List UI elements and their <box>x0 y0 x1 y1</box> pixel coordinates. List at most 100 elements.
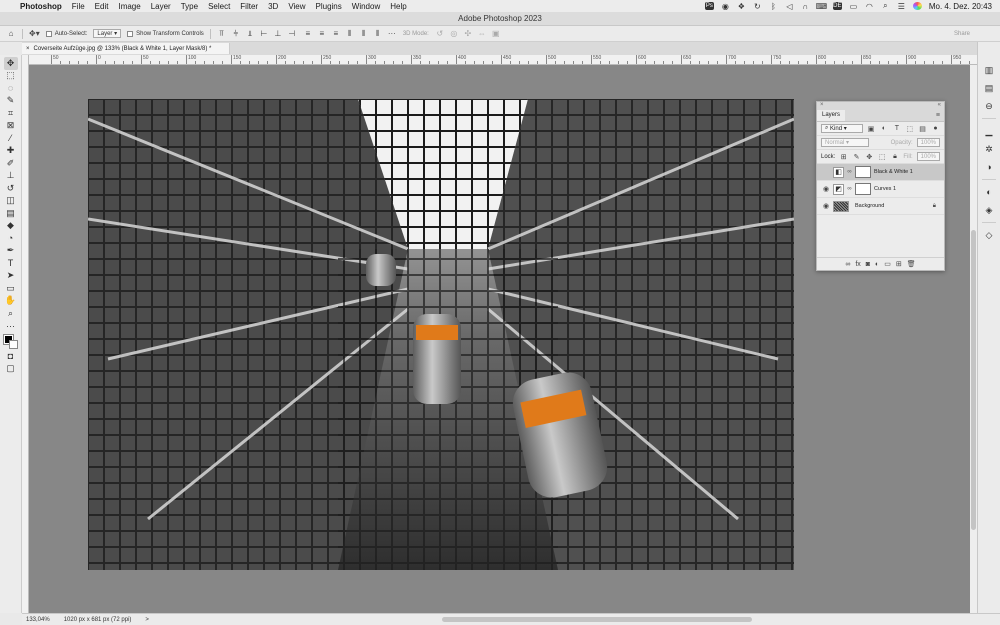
filter-toggle-icon[interactable]: ● <box>931 125 940 132</box>
keyboard-icon[interactable]: ⌨ <box>816 2 828 11</box>
siri-icon[interactable] <box>912 2 922 10</box>
layer-mask-thumbnail[interactable] <box>855 166 871 178</box>
menu-image[interactable]: Image <box>118 2 140 11</box>
menu-window[interactable]: Window <box>352 2 380 11</box>
opacity-field[interactable]: 100% <box>916 138 940 147</box>
panel-header[interactable]: × « <box>817 102 944 110</box>
properties-panel-icon[interactable]: ◐ <box>983 186 995 198</box>
filter-type-icon[interactable]: T <box>892 125 901 132</box>
bluetooth-icon[interactable]: ᛒ <box>769 2 778 11</box>
home-icon[interactable]: ⌂ <box>6 29 16 39</box>
align-vcenter-icon[interactable]: ⫩ <box>231 29 241 39</box>
adjustments-panel-icon[interactable]: ⊖ <box>983 100 995 112</box>
3d-slide-icon[interactable]: ⇔ <box>477 29 487 39</box>
eye-icon[interactable]: ◉ <box>822 202 830 210</box>
volume-icon[interactable]: ◁ <box>785 2 794 11</box>
search-icon[interactable]: ⌕ <box>881 1 890 10</box>
auto-select-checkbox[interactable]: Auto-Select: <box>45 30 87 37</box>
brush-tool-icon[interactable]: ✐ <box>4 157 18 170</box>
distribute-hcenter-icon[interactable]: ⦀ <box>359 29 369 39</box>
menu-3d[interactable]: 3D <box>268 2 278 11</box>
distribute-vcenter-icon[interactable]: ≡ <box>317 29 327 39</box>
3d-orbit-icon[interactable]: ↺ <box>435 29 445 39</box>
horizontal-scrollbar-thumb[interactable] <box>442 617 752 622</box>
tab-close-icon[interactable]: × <box>26 46 30 52</box>
more-options-icon[interactable]: ··· <box>387 29 397 39</box>
align-bottom-icon[interactable]: ⫫ <box>245 29 255 39</box>
share-button[interactable]: Share <box>954 31 970 37</box>
move-tool-icon[interactable]: ✥ <box>3 57 18 70</box>
distribute-right-icon[interactable]: ⦀ <box>373 29 383 39</box>
lasso-tool-icon[interactable]: ◌ <box>4 82 18 95</box>
hand-tool-icon[interactable]: ✋ <box>4 295 18 308</box>
headphones-icon[interactable]: ∩ <box>801 2 810 11</box>
align-top-icon[interactable]: ⫪ <box>217 29 227 39</box>
add-mask-icon[interactable]: ◙ <box>866 261 870 268</box>
clone-stamp-tool-icon[interactable]: ⊥ <box>4 170 18 183</box>
layer-mask-thumbnail[interactable] <box>855 183 871 195</box>
vertical-scrollbar[interactable] <box>970 65 977 613</box>
quick-selection-tool-icon[interactable]: ✎ <box>4 95 18 108</box>
3d-scale-icon[interactable]: ▣ <box>491 29 501 39</box>
clock[interactable]: Mo. 4. Dez. 20:43 <box>929 2 992 11</box>
healing-brush-tool-icon[interactable]: ✚ <box>4 145 18 158</box>
horizontal-ruler[interactable]: 50 0 50 100 150 200 250 300 350 400 450 500 550 600 65… <box>29 55 977 65</box>
control-center-icon[interactable]: ☰ <box>897 2 906 11</box>
lock-artboard-icon[interactable]: ⬚ <box>878 153 887 161</box>
distribute-left-icon[interactable]: ⦀ <box>345 29 355 39</box>
dodge-tool-icon[interactable]: ◔ <box>4 232 18 245</box>
frame-tool-icon[interactable]: ⊠ <box>4 120 18 133</box>
panel-close-icon[interactable]: × <box>820 102 824 108</box>
lock-transparent-icon[interactable]: ⊞ <box>839 153 848 161</box>
menu-help[interactable]: Help <box>390 2 406 11</box>
eye-icon[interactable]: ◉ <box>822 185 830 193</box>
color-swatches[interactable] <box>2 334 19 350</box>
chain-link-icon[interactable]: ∞ <box>847 169 852 175</box>
layer-row[interactable]: ◉ Background 🔒︎ <box>817 198 944 215</box>
dropbox-icon[interactable]: ❖ <box>737 2 746 11</box>
status-arrow[interactable]: > <box>145 617 149 623</box>
layers-panel-icon[interactable]: ◈ <box>983 204 995 216</box>
vertical-scrollbar-thumb[interactable] <box>971 230 976 530</box>
eraser-tool-icon[interactable]: ◫ <box>4 195 18 208</box>
screen-mode-icon[interactable]: ▢ <box>4 363 18 376</box>
menu-layer[interactable]: Layer <box>151 2 171 11</box>
tab-layers[interactable]: Layers <box>817 110 846 121</box>
menu-filter[interactable]: Filter <box>240 2 258 11</box>
move-tool-preset-icon[interactable]: ✥▾ <box>29 29 40 39</box>
filter-kind-dropdown[interactable]: ⌕ Kind ▾ <box>821 124 863 133</box>
distribute-bottom-icon[interactable]: ≡ <box>331 29 341 39</box>
lock-position-icon[interactable]: ✥ <box>865 153 874 161</box>
chain-link-icon[interactable]: ∞ <box>847 186 852 192</box>
3d-pan-icon[interactable]: ✣ <box>463 29 473 39</box>
lock-image-icon[interactable]: ✎ <box>852 153 861 161</box>
wifi-icon[interactable]: ◠ <box>865 2 874 11</box>
eyedropper-tool-icon[interactable]: ⁄ <box>4 132 18 145</box>
marquee-tool-icon[interactable]: ⬚ <box>4 70 18 83</box>
history-brush-tool-icon[interactable]: ↺ <box>4 182 18 195</box>
zoom-tool-icon[interactable]: ⌕ <box>4 307 18 320</box>
document-tab[interactable]: × Coverseite Aufzüge.jpg @ 133% (Black &… <box>22 43 230 54</box>
filter-shape-icon[interactable]: ⬚ <box>905 125 914 133</box>
menu-view[interactable]: View <box>288 2 305 11</box>
lock-all-icon[interactable]: 🔒︎ <box>891 153 900 161</box>
checkbox-box[interactable] <box>45 30 52 37</box>
crop-tool-icon[interactable]: ⌗ <box>4 107 18 120</box>
sync-icon[interactable]: ↻ <box>753 2 762 11</box>
quick-mask-icon[interactable]: ◘ <box>4 350 18 363</box>
more-tools-icon[interactable]: ··· <box>4 320 18 333</box>
filter-adjustment-icon[interactable]: ◐ <box>880 125 889 132</box>
photoshop-icon[interactable]: Ps <box>704 2 714 10</box>
filter-pixel-icon[interactable]: ▣ <box>867 125 876 133</box>
channels-panel-icon[interactable]: ◇ <box>983 229 995 241</box>
input-de-icon[interactable]: DE <box>832 2 842 10</box>
histogram-panel-icon[interactable]: ▁ <box>983 125 995 137</box>
auto-select-dropdown[interactable]: Layer ▾ <box>93 29 122 38</box>
battery-icon[interactable]: ▭ <box>849 2 858 11</box>
pen-tool-icon[interactable]: ✒ <box>4 245 18 258</box>
show-transform-checkbox[interactable]: Show Transform Controls <box>127 30 204 37</box>
type-tool-icon[interactable]: T <box>4 257 18 270</box>
background-color-swatch[interactable] <box>8 340 18 349</box>
fx-icon[interactable]: fx <box>855 261 860 268</box>
blur-tool-icon[interactable]: ◆ <box>4 220 18 233</box>
